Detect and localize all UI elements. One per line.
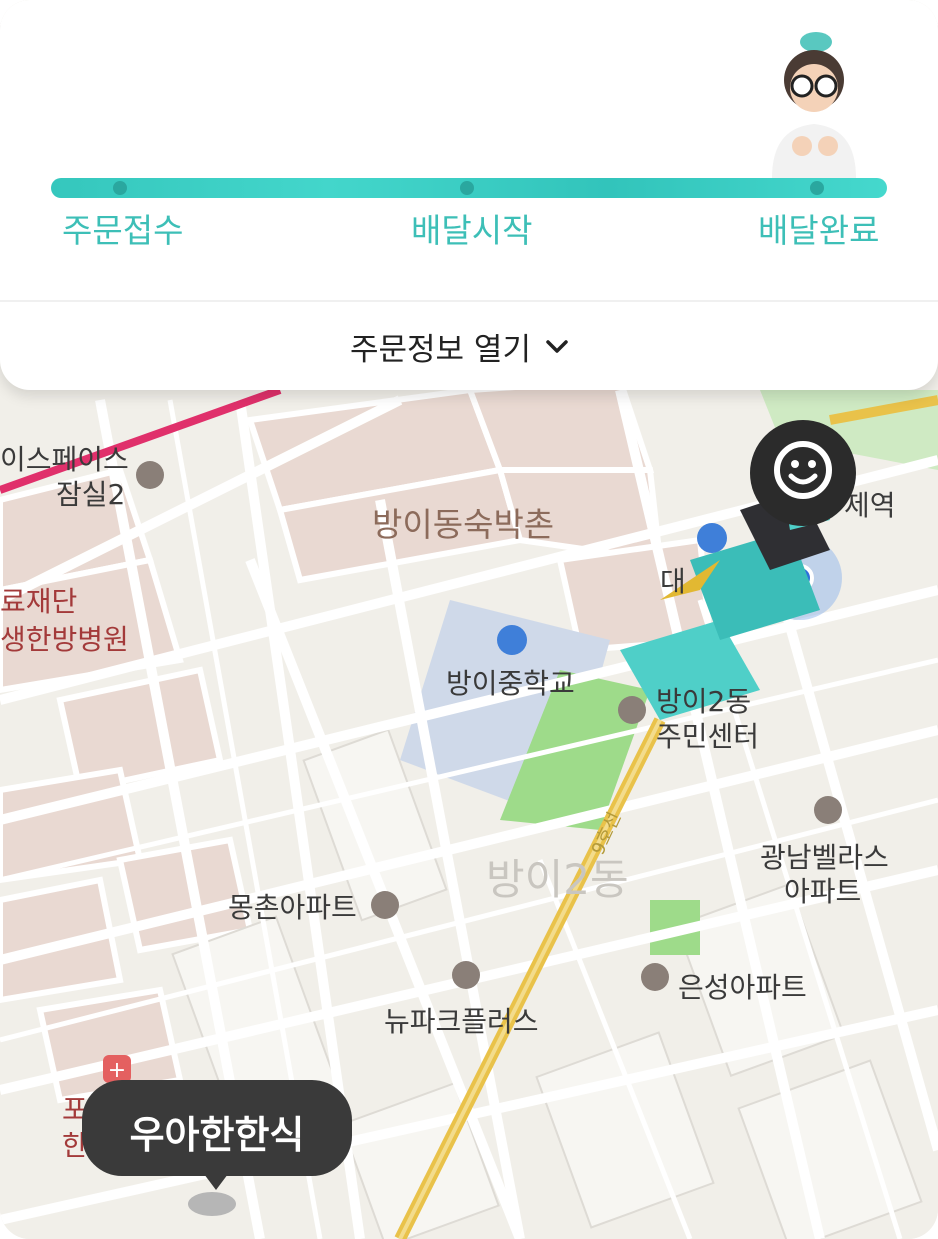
map-label-foundation: 료재단 bbox=[0, 585, 78, 618]
rider-smile-icon[interactable] bbox=[750, 420, 856, 526]
map-label-space: 이스페이스 bbox=[0, 443, 129, 476]
step-label-completed: 배달완료 bbox=[758, 211, 880, 250]
map-label-eunseong: 은성아파트 bbox=[678, 971, 807, 1004]
station-icon bbox=[697, 523, 727, 553]
order-info-toggle-label: 주문정보 열기 bbox=[350, 332, 531, 368]
map-label-hospital: 생한방병원 bbox=[0, 623, 129, 656]
map-label-newpark: 뉴파크플러스 bbox=[384, 1005, 539, 1038]
step-label-started: 배달시작 bbox=[411, 211, 533, 250]
step-dot-received bbox=[113, 181, 127, 195]
delivery-tracking-screen: + 이스페이스 잠실2 방이동숙박촌 제역 대 료재단 생한방병원 방이중학교 … bbox=[0, 0, 938, 1239]
map-label-middle-school: 방이중학교 bbox=[446, 667, 575, 700]
map-label-jamsil: 잠실2 bbox=[56, 478, 126, 511]
delivery-status-panel: 주문접수 배달시작 배달완료 주문정보 열기 bbox=[0, 0, 938, 390]
panel-divider bbox=[0, 300, 938, 302]
map-label-gwangnam-line2: 아파트 bbox=[784, 875, 862, 908]
step-dot-completed bbox=[810, 181, 824, 195]
map-label-community-center-line2: 주민센터 bbox=[656, 720, 760, 753]
chevron-down-icon bbox=[546, 339, 568, 353]
map-label-motel-village: 방이동숙박촌 bbox=[372, 505, 555, 544]
map-label-mongchon: 몽촌아파트 bbox=[228, 891, 357, 924]
map-label-dae: 대 bbox=[660, 565, 686, 598]
restaurant-tooltip[interactable]: 우아한한식 bbox=[82, 1080, 352, 1190]
step-dot-started bbox=[460, 181, 474, 195]
step-label-received: 주문접수 bbox=[62, 211, 184, 250]
restaurant-name: 우아한한식 bbox=[129, 1113, 305, 1157]
order-info-toggle-button[interactable]: 주문정보 열기 bbox=[350, 324, 569, 369]
restaurant-pin bbox=[188, 1192, 236, 1216]
map-label-community-center-line1: 방이2동 bbox=[656, 685, 752, 718]
school-icon bbox=[497, 625, 527, 655]
chef-mascot-icon bbox=[772, 32, 856, 178]
